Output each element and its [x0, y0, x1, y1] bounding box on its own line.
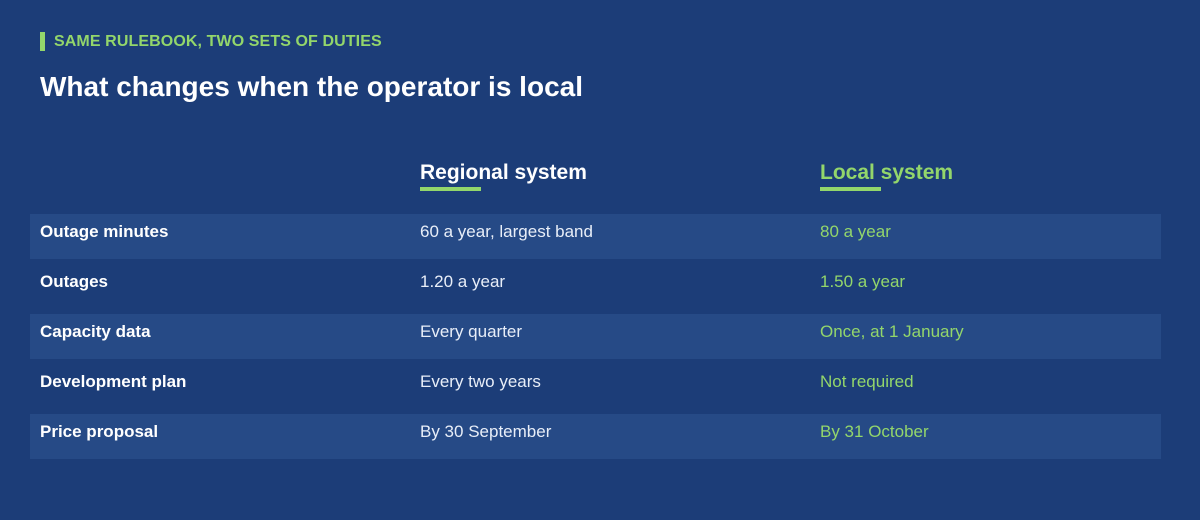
page-title: What changes when the operator is local [40, 71, 583, 102]
row-regional-value: 60 a year, largest band [420, 222, 593, 241]
eyebrow-text: SAME RULEBOOK, TWO SETS OF DUTIES [54, 32, 382, 50]
eyebrow-accent-bar [40, 32, 45, 51]
column-header-regional-underline [420, 187, 481, 191]
column-header-regional: Regional system [420, 160, 587, 191]
row-local-value: Once, at 1 January [820, 322, 964, 341]
row-local-value: 80 a year [820, 222, 891, 241]
column-header-local: Local system [820, 160, 954, 191]
row-local-value: 1.50 a year [820, 272, 906, 291]
table-row: Capacity data Every quarter Once, at 1 J… [30, 314, 1161, 359]
row-label: Outages [40, 272, 109, 291]
row-label: Outage minutes [40, 222, 169, 241]
table-row: Development plan Every two years Not req… [30, 364, 1161, 409]
eyebrow: SAME RULEBOOK, TWO SETS OF DUTIES [40, 32, 382, 51]
row-label: Development plan [40, 372, 187, 391]
table-row: Outages 1.20 a year 1.50 a year [30, 264, 1161, 309]
row-regional-value: Every two years [420, 372, 541, 391]
table-row: Price proposal By 30 September By 31 Oct… [30, 414, 1161, 459]
table-row: Outage minutes 60 a year, largest band 8… [30, 214, 1161, 259]
row-regional-value: By 30 September [420, 422, 552, 441]
column-header-local-label: Local system [820, 161, 954, 184]
row-regional-value: 1.20 a year [420, 272, 506, 291]
row-local-value: By 31 October [820, 422, 929, 441]
row-regional-value: Every quarter [420, 322, 523, 341]
column-header-regional-label: Regional system [420, 161, 587, 184]
row-label: Price proposal [40, 422, 159, 441]
row-local-value: Not required [820, 372, 914, 391]
column-header-local-underline [820, 187, 881, 191]
comparison-table: Outage minutes 60 a year, largest band 8… [30, 214, 1161, 464]
row-label: Capacity data [40, 322, 151, 341]
